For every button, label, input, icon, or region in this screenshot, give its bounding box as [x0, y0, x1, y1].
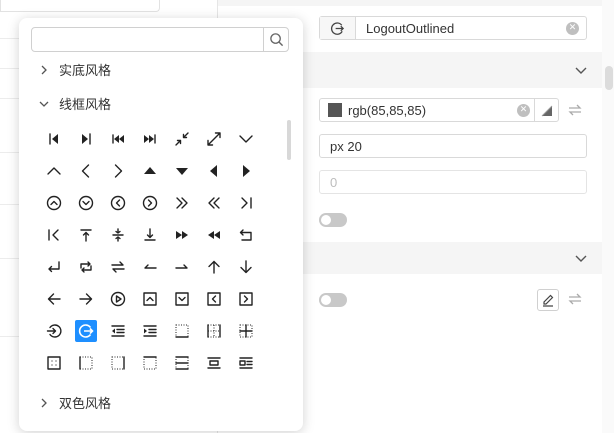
fast-forward-icon[interactable]	[139, 128, 161, 150]
icon-search-input[interactable]	[36, 30, 264, 49]
toggle-switch[interactable]	[319, 213, 347, 227]
group-twotone-label: 双色风格	[59, 397, 112, 412]
down-icon[interactable]	[235, 128, 257, 150]
up-icon[interactable]	[43, 160, 65, 182]
down-square-icon[interactable]	[171, 288, 193, 310]
forward-icon[interactable]	[171, 224, 193, 246]
search-icon	[269, 33, 283, 47]
group-outline-label: 线框风格	[59, 98, 112, 113]
retweet-icon[interactable]	[75, 256, 97, 278]
icon-field-value: LogoutOutlined	[366, 20, 455, 36]
border-right-icon[interactable]	[107, 352, 129, 374]
color-swatch	[328, 103, 342, 117]
down-circle-icon[interactable]	[75, 192, 97, 214]
number-field-placeholder: 0	[330, 174, 338, 190]
enter-icon[interactable]	[43, 256, 65, 278]
group-solid-label: 实底风格	[59, 64, 112, 79]
chevron-right-icon	[41, 65, 47, 74]
caret-down-icon[interactable]	[171, 160, 193, 182]
toggle-switch[interactable]	[319, 293, 347, 307]
swap-icon[interactable]	[567, 102, 583, 118]
background-input-stub	[0, 0, 160, 12]
arrows-alt-icon[interactable]	[203, 128, 225, 150]
clear-icon[interactable]: ✕	[517, 103, 530, 117]
chevron-down-icon[interactable]	[574, 251, 588, 265]
up-circle-icon[interactable]	[43, 192, 65, 214]
caret-left-icon[interactable]	[203, 160, 225, 182]
swap-right-icon[interactable]	[171, 256, 193, 278]
color-picker-icon[interactable]	[534, 99, 558, 121]
section-band	[218, 0, 614, 6]
scrollbar[interactable]	[602, 0, 614, 433]
icon-field[interactable]: LogoutOutlined ✕	[319, 16, 587, 40]
clear-icon[interactable]: ✕	[566, 21, 579, 35]
rollback-icon[interactable]	[235, 224, 257, 246]
double-right-icon[interactable]	[171, 192, 193, 214]
chevron-down-icon	[39, 101, 49, 107]
chevron-down-icon[interactable]	[574, 63, 588, 77]
step-forward-icon[interactable]	[75, 128, 97, 150]
group-outline[interactable]: 线框风格	[39, 94, 111, 113]
border-inner-icon[interactable]	[235, 320, 257, 342]
double-left-icon[interactable]	[203, 192, 225, 214]
menu-fold-icon[interactable]	[107, 320, 129, 342]
search-button[interactable]	[263, 28, 288, 51]
right-circle-icon[interactable]	[139, 192, 161, 214]
border-outer-icon[interactable]	[43, 352, 65, 374]
up-square-icon[interactable]	[139, 288, 161, 310]
menu-unfold-icon[interactable]	[139, 320, 161, 342]
vertical-left-icon[interactable]	[235, 192, 257, 214]
scrollbar-thumb[interactable]	[605, 66, 613, 90]
pic-left-icon[interactable]	[235, 352, 257, 374]
arrow-up-icon[interactable]	[203, 256, 225, 278]
login-icon[interactable]	[43, 320, 65, 342]
size-field-value: px 20	[330, 138, 362, 154]
chevron-right-icon	[41, 398, 47, 407]
border-verticle-icon[interactable]	[171, 352, 193, 374]
logout-icon[interactable]	[75, 320, 97, 342]
color-field-value: rgb(85,85,85)	[348, 102, 427, 118]
left-square-icon[interactable]	[203, 288, 225, 310]
right-square-icon[interactable]	[235, 288, 257, 310]
play-circle-icon[interactable]	[107, 288, 129, 310]
caret-up-icon[interactable]	[139, 160, 161, 182]
step-backward-icon[interactable]	[43, 128, 65, 150]
fast-backward-icon[interactable]	[107, 128, 129, 150]
icon-search-box[interactable]	[31, 27, 289, 52]
caret-right-icon[interactable]	[235, 160, 257, 182]
swap-left-icon[interactable]	[139, 256, 161, 278]
arrow-down-icon[interactable]	[235, 256, 257, 278]
shrink-icon[interactable]	[171, 128, 193, 150]
border-left-icon[interactable]	[75, 352, 97, 374]
vertical-right-icon[interactable]	[43, 224, 65, 246]
arrow-left-icon[interactable]	[43, 288, 65, 310]
size-field[interactable]: px 20	[319, 134, 587, 158]
vertical-align-top-icon[interactable]	[75, 224, 97, 246]
swap-icon[interactable]	[567, 291, 583, 307]
color-field[interactable]: rgb(85,85,85) ✕	[319, 98, 559, 122]
backward-icon[interactable]	[203, 224, 225, 246]
vertical-align-middle-icon[interactable]	[107, 224, 129, 246]
icon-picker-popover: 实底风格 线框风格 双色风格	[19, 18, 303, 431]
pic-center-icon[interactable]	[203, 352, 225, 374]
border-bottom-icon[interactable]	[171, 320, 193, 342]
border-horizontal-icon[interactable]	[203, 320, 225, 342]
group-twotone[interactable]: 双色风格	[39, 393, 111, 412]
swap-icon[interactable]	[107, 256, 129, 278]
border-top-icon[interactable]	[139, 352, 161, 374]
right-icon[interactable]	[107, 160, 129, 182]
left-circle-icon[interactable]	[107, 192, 129, 214]
number-field[interactable]: 0	[319, 170, 587, 194]
logout-icon	[320, 17, 356, 39]
left-icon[interactable]	[75, 160, 97, 182]
arrow-right-icon[interactable]	[75, 288, 97, 310]
edit-button[interactable]	[537, 289, 559, 311]
popover-scrollbar-thumb[interactable]	[287, 120, 291, 160]
vertical-align-bottom-icon[interactable]	[139, 224, 161, 246]
group-solid[interactable]: 实底风格	[39, 60, 111, 79]
edit-icon	[543, 294, 554, 307]
